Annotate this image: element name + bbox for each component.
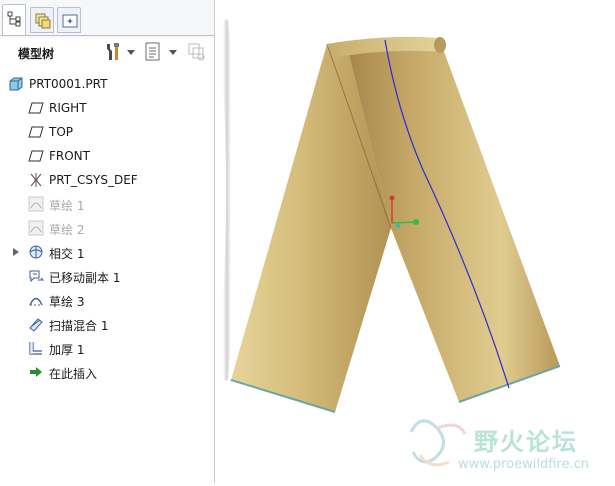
tools-icon [107,43,119,60]
sketch-icon [29,297,43,306]
chevron-down-icon [127,50,135,55]
tree-item-label: TOP [49,125,74,139]
tree-item-label: 相交 1 [49,247,85,261]
part-icon [9,77,23,91]
tree-item-label: RIGHT [49,101,87,115]
tree-item-sketch-2[interactable]: 草绘 2 [0,216,214,240]
tab-model-tree[interactable] [2,4,26,36]
background-arc [218,19,236,381]
panel-title: 模型树 [18,47,55,61]
chevron-down-icon [169,50,177,55]
filter-button[interactable] [186,41,210,63]
swept-blend-icon [29,318,43,332]
sketch-icon [28,196,44,212]
sketch-icon [28,220,44,236]
tree-item-top[interactable]: TOP [0,120,214,144]
tree-item-insert-here[interactable]: 在此插入 [0,360,214,384]
navigator-tabs [0,0,214,38]
tree-item-csys[interactable]: PRT_CSYS_DEF [0,168,214,192]
tree-settings-icon [145,42,160,61]
tree-item-front[interactable]: FRONT [0,144,214,168]
tree-item-moved-copy-1[interactable]: 已移动副本 1 [0,264,214,288]
datum-plane-icon [28,102,44,114]
tree-item-right[interactable]: RIGHT [0,96,214,120]
tree-item-label: PRT0001.PRT [29,77,108,91]
tab-favorites[interactable] [57,7,81,33]
csys-y-dot [389,195,395,201]
csys-x-axis [391,221,417,224]
watermark-logo [409,419,467,467]
moved-copy-icon [29,270,44,283]
favorites-tab-icon [62,14,78,28]
tree-item-label: 在此插入 [49,367,98,381]
graphics-window[interactable] [215,0,615,483]
tree-item-label: 草绘 1 [49,199,85,213]
model-tree-tab-icon [7,11,21,27]
tree-item-label: 扫描混合 1 [49,319,109,333]
intersect-icon [29,245,43,259]
tree-item-sketch-3[interactable]: 草绘 3 [0,288,214,312]
expand-arrow-icon[interactable] [13,248,19,256]
watermark-text: 野火论坛 [474,428,578,456]
tree-item-label: 加厚 1 [49,343,85,357]
watermark-url: www.proewildfire.cn [458,457,589,472]
datum-plane-icon [28,150,44,162]
tab-layers[interactable] [30,7,54,33]
model-tree-panel: 模型树 PRT0001.PRT RIGHT TOP FRONT PRT_CSYS… [0,0,215,483]
tree-settings-button[interactable] [142,41,178,63]
tree-item-label: PRT_CSYS_DEF [49,173,138,187]
tools-button[interactable] [102,41,136,63]
tree-header: 模型树 [0,38,214,66]
layers-tab-icon [35,13,51,29]
csys-icon [30,173,42,187]
tree-item-label: 草绘 2 [49,223,85,237]
tree-item-intersect-1[interactable]: 相交 1 [0,240,214,264]
insert-here-icon [30,367,42,377]
tree-item-swept-blend-1[interactable]: 扫描混合 1 [0,312,214,336]
csys-z-dot [395,223,401,229]
tree-root-item[interactable]: PRT0001.PRT [0,72,214,96]
model-view[interactable] [215,0,615,483]
filter-icon [188,43,205,61]
tree-item-label: FRONT [49,149,90,163]
top-roll-end [434,37,446,53]
tree-item-sketch-1[interactable]: 草绘 1 [0,192,214,216]
thicken-icon [29,342,42,355]
csys-x-dot [413,219,419,225]
tree-item-thicken-1[interactable]: 加厚 1 [0,336,214,360]
datum-plane-icon [28,126,44,138]
tree-item-label: 草绘 3 [49,295,85,309]
tree-item-label: 已移动副本 1 [49,271,121,285]
